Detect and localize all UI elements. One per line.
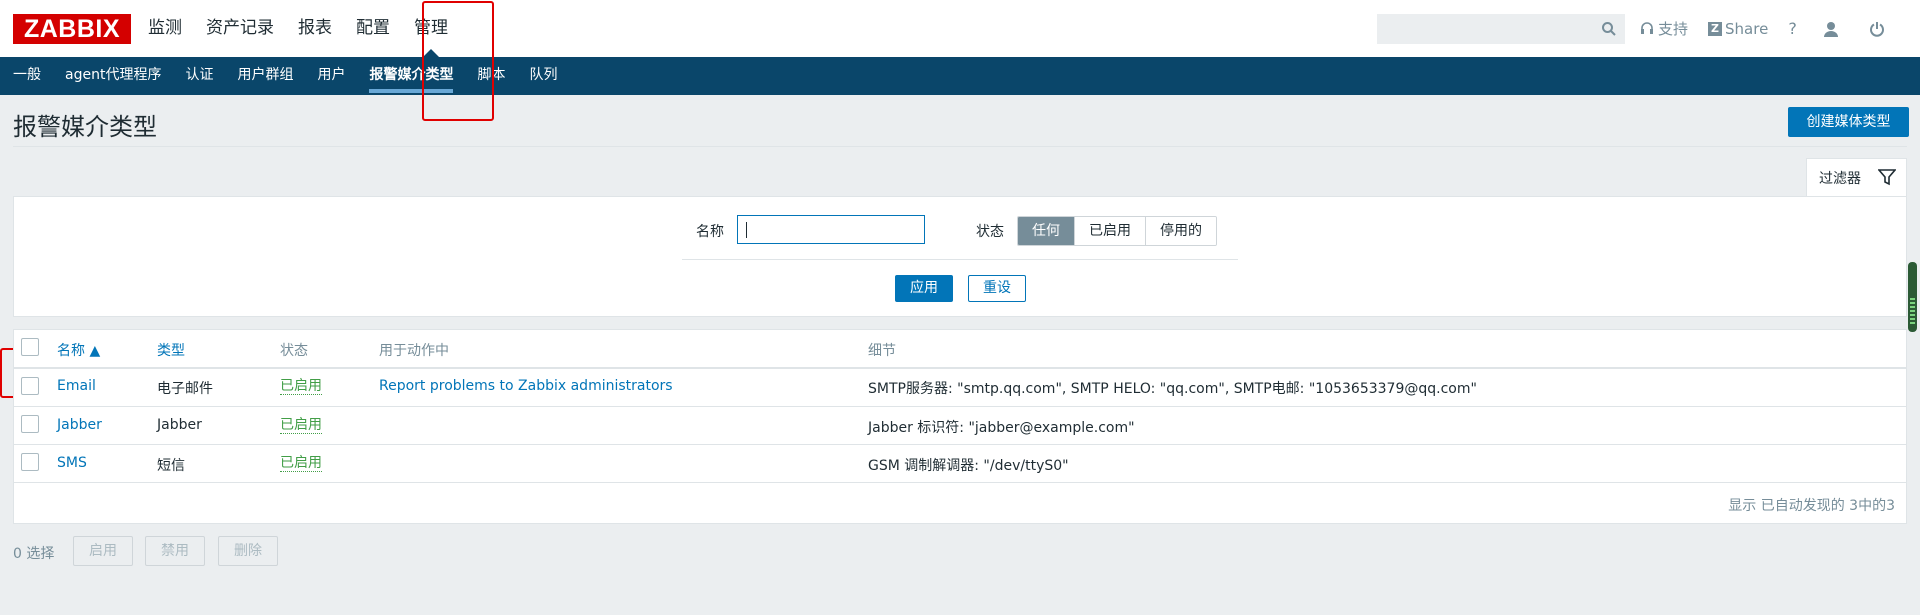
global-search-input[interactable]	[1377, 14, 1625, 44]
title-divider	[13, 146, 1907, 147]
submenu-users[interactable]: 用户	[317, 57, 345, 95]
highlight-box-admin-menu	[422, 1, 494, 121]
support-label: 支持	[1658, 20, 1689, 38]
table-paging-summary: 显示 已自动发现的 3中的3	[1728, 498, 1895, 514]
row-divider	[14, 406, 1906, 407]
submenu-user-groups[interactable]: 用户群组	[237, 57, 293, 95]
column-header-status: 状态	[280, 343, 308, 359]
bulk-delete-button[interactable]: 删除	[218, 536, 278, 566]
search-icon[interactable]	[1601, 21, 1617, 41]
status-option-any[interactable]: 任何	[1018, 217, 1074, 245]
status-toggle[interactable]: 已启用	[280, 417, 322, 434]
status-toggle[interactable]: 已启用	[280, 378, 322, 395]
zabbix-logo[interactable]: ZABBIX	[13, 14, 131, 44]
headset-icon	[1641, 21, 1653, 34]
media-type-details: SMTP服务器: "smtp.qq.com", SMTP HELO: "qq.c…	[868, 381, 1477, 397]
submenu-queue[interactable]: 队列	[529, 57, 557, 95]
page-title: 报警媒介类型	[13, 113, 157, 141]
reset-button[interactable]: 重设	[968, 275, 1026, 302]
status-option-disabled[interactable]: 停用的	[1145, 217, 1216, 245]
filter-tab[interactable]: 过滤器	[1806, 158, 1907, 196]
filter-name-label: 名称	[696, 224, 724, 240]
top-header: ZABBIX 监测 资产记录 报表 配置 管理 支持 Z Share ?	[0, 0, 1920, 57]
media-type-type: Jabber	[157, 417, 202, 433]
media-type-type: 短信	[157, 458, 185, 474]
filter-icon	[1878, 169, 1896, 186]
submenu-general[interactable]: 一般	[13, 57, 41, 95]
status-toggle[interactable]: 已启用	[280, 455, 322, 472]
row-divider	[14, 444, 1906, 445]
filter-status-label: 状态	[976, 224, 1004, 240]
header-links: 支持 Z Share ?	[1640, 0, 1909, 57]
help-icon: ?	[1788, 19, 1797, 38]
share-label: Share	[1725, 19, 1769, 38]
select-all-checkbox[interactable]	[21, 338, 39, 356]
row-checkbox[interactable]	[21, 415, 39, 433]
admin-submenu: 一般 agent代理程序 认证 用户群组 用户 报警媒介类型 脚本 队列	[0, 57, 1920, 95]
submenu-authentication[interactable]: 认证	[185, 57, 213, 95]
menu-configuration[interactable]: 配置	[356, 0, 390, 57]
menu-reports[interactable]: 报表	[298, 0, 332, 57]
menu-inventory[interactable]: 资产记录	[206, 0, 274, 57]
share-link[interactable]: Z Share	[1708, 20, 1768, 38]
media-type-name-link[interactable]: SMS	[57, 455, 87, 471]
column-header-type[interactable]: 类型	[157, 340, 185, 360]
help-link[interactable]: ?	[1788, 19, 1797, 38]
media-type-name-link[interactable]: Email	[57, 378, 96, 394]
page-scrollbar[interactable]	[1908, 262, 1917, 332]
column-header-name[interactable]: 名称 ▲	[57, 340, 100, 360]
bulk-enable-button[interactable]: 启用	[73, 536, 133, 566]
user-profile-link[interactable]	[1823, 21, 1843, 37]
row-checkbox[interactable]	[21, 377, 39, 395]
media-type-name-link[interactable]: Jabber	[57, 417, 102, 433]
row-checkbox[interactable]	[21, 453, 39, 471]
submenu-proxies[interactable]: agent代理程序	[65, 57, 161, 95]
filter-divider	[682, 259, 1238, 260]
column-header-used-in-actions: 用于动作中	[379, 343, 449, 359]
apply-button[interactable]: 应用	[895, 275, 953, 302]
media-type-details: GSM 调制解调器: "/dev/ttyS0"	[868, 458, 1069, 474]
filter-status-segment: 任何 已启用 停用的	[1017, 216, 1217, 246]
sign-out-link[interactable]	[1869, 21, 1889, 37]
power-icon	[1869, 21, 1884, 37]
filter-tab-label: 过滤器	[1819, 170, 1861, 187]
column-header-details: 细节	[868, 343, 896, 359]
table-header-divider	[14, 367, 1906, 369]
media-type-type: 电子邮件	[157, 381, 213, 397]
zabbix-share-icon: Z	[1708, 21, 1723, 36]
menu-monitoring[interactable]: 监测	[148, 0, 182, 57]
status-option-enabled[interactable]: 已启用	[1074, 217, 1145, 245]
filter-panel	[13, 196, 1907, 317]
support-link[interactable]: 支持	[1640, 18, 1688, 39]
bulk-disable-button[interactable]: 禁用	[145, 536, 205, 566]
user-icon	[1823, 21, 1838, 37]
filter-name-input[interactable]	[737, 215, 925, 244]
row-divider	[14, 482, 1906, 483]
selected-count: 0 选择	[13, 546, 55, 562]
action-link[interactable]: Report problems to Zabbix administrators	[379, 378, 673, 394]
media-type-details: Jabber 标识符: "jabber@example.com"	[868, 420, 1135, 436]
create-media-type-button[interactable]: 创建媒体类型	[1788, 107, 1909, 137]
